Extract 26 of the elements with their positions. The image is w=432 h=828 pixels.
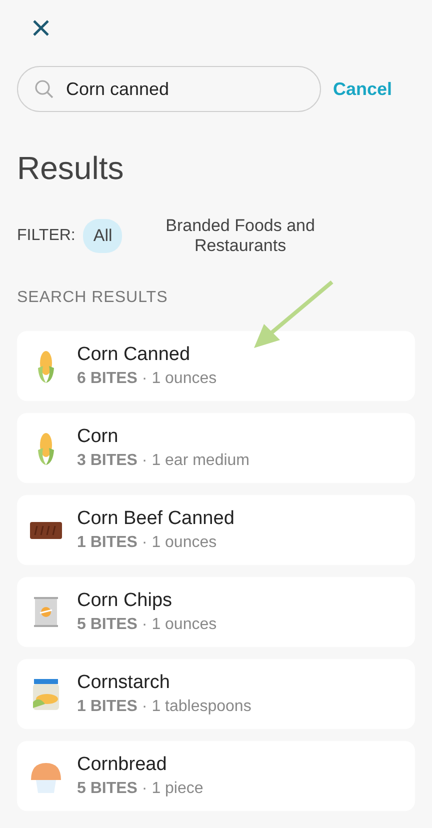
food-detail: 1 BITES · 1 ounces xyxy=(77,534,218,552)
food-name: Corn Canned xyxy=(77,344,192,366)
result-card[interactable]: Cornbread 5 BITES · 1 piece xyxy=(17,741,415,811)
food-name: Corn xyxy=(77,426,120,448)
food-detail: 3 BITES · 1 ear medium xyxy=(77,452,250,470)
food-name: Cornstarch xyxy=(77,672,171,694)
search-field[interactable]: Corn canned xyxy=(17,66,321,112)
result-card[interactable]: Corn Canned 6 BITES · 1 ounces xyxy=(17,331,415,401)
result-card[interactable]: Corn Beef Canned 1 BITES · 1 ounces xyxy=(17,495,415,565)
food-name: Corn Chips xyxy=(77,590,174,612)
result-card[interactable]: Corn Chips 5 BITES · 1 ounces xyxy=(17,577,415,647)
filter-label: FILTER: xyxy=(17,227,76,245)
result-card[interactable]: Cornstarch 1 BITES · 1 tablespoons xyxy=(17,659,415,729)
result-card[interactable]: Corn 3 BITES · 1 ear medium xyxy=(17,413,415,483)
filter-chip[interactable]: All xyxy=(83,219,122,253)
food-detail: 5 BITES · 1 ounces xyxy=(77,616,217,634)
section-label: SEARCH RESULTS xyxy=(17,289,169,307)
food-detail: 1 BITES · 1 tablespoons xyxy=(77,698,252,716)
food-detail: 6 BITES · 1 ounces xyxy=(77,370,217,388)
close-icon xyxy=(31,18,51,38)
filter-chip[interactable]: Branded Foods and Restaurants xyxy=(130,209,350,263)
food-name: Cornbread xyxy=(77,754,168,776)
food-name: Corn Beef Canned xyxy=(77,508,234,530)
page-title: Results xyxy=(17,150,125,187)
food-detail: 5 BITES · 1 piece xyxy=(77,780,204,798)
search-icon xyxy=(34,79,54,99)
